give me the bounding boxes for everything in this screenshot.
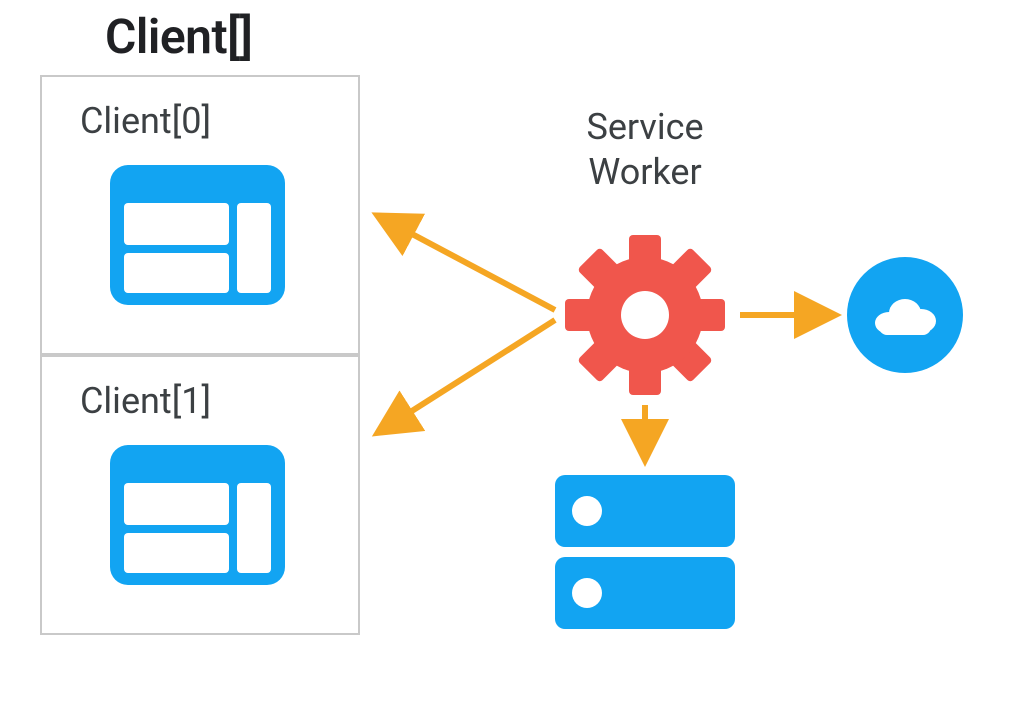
sw-label-line2: Worker — [588, 151, 701, 193]
diagram-stage: Client[] Client[0] Client[1] Service Wor… — [0, 0, 1010, 702]
server-stack-icon — [555, 475, 735, 629]
arrows — [382, 218, 830, 455]
arrow-sw-to-client0 — [382, 218, 555, 310]
arrow-sw-to-client1 — [382, 320, 555, 430]
client-label-0: Client[0] — [80, 100, 211, 142]
cloud-icon — [847, 257, 963, 373]
client-label-1: Client[1] — [80, 380, 211, 422]
sw-label-line1: Service — [586, 106, 703, 148]
service-worker-label: Service Worker — [545, 105, 745, 195]
gear-icon — [565, 235, 725, 395]
clients-title: Client[] — [105, 8, 252, 65]
